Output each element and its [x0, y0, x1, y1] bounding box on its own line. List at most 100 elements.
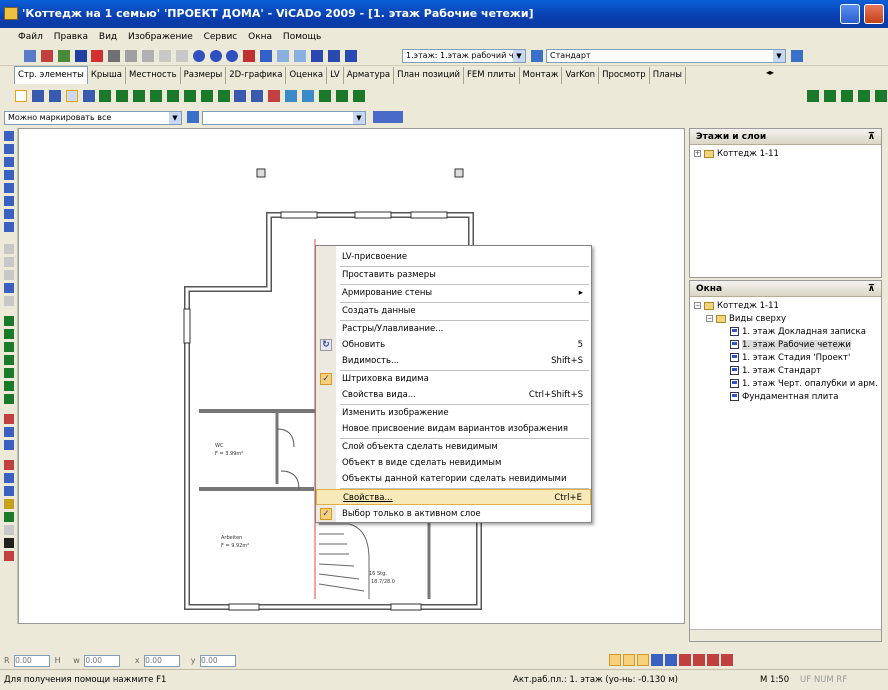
- polyline-icon[interactable]: [48, 90, 61, 102]
- paste-icon[interactable]: [142, 50, 154, 62]
- rectangle-icon[interactable]: [65, 90, 78, 102]
- snap-mode-5-icon[interactable]: [665, 654, 677, 666]
- room-icon[interactable]: [268, 90, 281, 102]
- menu-service[interactable]: Сервис: [204, 32, 238, 42]
- snap-perp-icon[interactable]: [4, 394, 14, 404]
- pin-icon[interactable]: ⊼: [868, 129, 875, 145]
- snap-mode-4-icon[interactable]: [651, 654, 663, 666]
- tab-dimensions[interactable]: Размеры: [181, 67, 227, 84]
- menu-item-refresh[interactable]: ↻ Обновить 5: [316, 337, 591, 353]
- print-icon[interactable]: [40, 50, 53, 62]
- slab-icon[interactable]: [183, 90, 196, 102]
- hatch-icon[interactable]: [82, 90, 95, 102]
- w-input[interactable]: [84, 654, 121, 667]
- floor-select[interactable]: 1.этаж: 1.этаж рабочий черт ▼: [402, 49, 526, 63]
- roof-icon[interactable]: [318, 90, 331, 102]
- r-input[interactable]: [14, 654, 51, 667]
- menu-view[interactable]: Вид: [99, 32, 117, 42]
- view-front-icon[interactable]: [4, 144, 14, 154]
- snap-grid-icon[interactable]: [4, 381, 14, 391]
- camera-icon[interactable]: [285, 90, 297, 102]
- tree-item-root[interactable]: − Коттедж 1-11: [694, 300, 877, 313]
- menu-item-wall-reinforcement[interactable]: Армирование стены ▸: [316, 285, 591, 301]
- menu-windows[interactable]: Окна: [248, 32, 272, 42]
- opening-icon[interactable]: [200, 90, 213, 102]
- redo-icon[interactable]: [175, 50, 188, 62]
- snap-end-icon[interactable]: [4, 355, 14, 365]
- undo-icon[interactable]: [158, 50, 171, 62]
- layer-up-icon[interactable]: [4, 244, 14, 254]
- menu-item-set-dimensions[interactable]: Проставить размеры: [316, 267, 591, 283]
- extra-tool-5-icon[interactable]: [874, 90, 887, 102]
- stairs-icon[interactable]: [217, 90, 230, 102]
- floor-settings-icon[interactable]: [531, 50, 543, 62]
- menu-item-select-active-layer[interactable]: ✓ Выбор только в активном слое: [316, 506, 591, 522]
- menu-item-properties[interactable]: Свойства... Ctrl+E: [316, 489, 591, 505]
- filter-icon[interactable]: [187, 111, 199, 123]
- style-select[interactable]: Стандарт ▼: [546, 49, 786, 63]
- y-input[interactable]: [199, 654, 236, 667]
- tree-item-group[interactable]: − Виды сверху: [694, 313, 877, 326]
- measure-icon[interactable]: [4, 460, 14, 470]
- layer-hide-icon[interactable]: [4, 296, 14, 306]
- line-icon[interactable]: [31, 90, 44, 102]
- lock-icon[interactable]: [4, 525, 14, 535]
- tab-2d[interactable]: 2D-графика: [226, 67, 287, 84]
- grid2-icon[interactable]: [293, 50, 306, 62]
- snap-mid-icon[interactable]: [4, 342, 14, 352]
- menu-item-visibility[interactable]: Видимость... Shift+S: [316, 353, 591, 369]
- horizontal-scrollbar[interactable]: [690, 629, 881, 641]
- menu-item-hatch-visible[interactable]: ✓ Штриховка видима: [316, 371, 591, 387]
- save-icon[interactable]: [57, 50, 70, 62]
- tab-scroll-icon[interactable]: ◂▸: [766, 68, 774, 77]
- angle-icon[interactable]: [4, 427, 14, 437]
- minimize-button[interactable]: [840, 4, 860, 24]
- layer-manage-icon[interactable]: [4, 283, 14, 293]
- menu-item-new-assignment[interactable]: Новое присвоение видам вариантов изображ…: [316, 421, 591, 437]
- collapse-icon[interactable]: −: [706, 315, 713, 322]
- filter-value-select[interactable]: ▼: [202, 111, 366, 125]
- snap-mode-6-icon[interactable]: [679, 654, 691, 666]
- tree-item-view[interactable]: 1. этаж Стандарт: [694, 365, 877, 378]
- marking-filter-select[interactable]: Можно маркировать все ▼: [4, 111, 182, 125]
- menu-item-lv-assign[interactable]: LV-присвоение: [316, 249, 591, 265]
- tab-lv[interactable]: LV: [327, 67, 344, 84]
- expand-icon[interactable]: +: [694, 150, 701, 157]
- zoom-all-icon[interactable]: [243, 50, 256, 62]
- text-icon[interactable]: [251, 90, 264, 102]
- column-icon[interactable]: [116, 90, 129, 102]
- menu-item-view-properties[interactable]: Свойства вида... Ctrl+Shift+S: [316, 387, 591, 403]
- snap-mode-1-icon[interactable]: [609, 654, 621, 666]
- hash-icon[interactable]: [4, 551, 14, 561]
- filter-tools-icon[interactable]: [373, 111, 403, 123]
- view-top-icon[interactable]: [4, 131, 14, 141]
- menu-file[interactable]: Файл: [18, 32, 43, 42]
- menu-item-change-image[interactable]: Изменить изображение: [316, 405, 591, 421]
- tab-fem[interactable]: FEM плиты: [464, 67, 520, 84]
- pin-icon[interactable]: ⊼: [868, 281, 875, 297]
- close-button[interactable]: [864, 4, 884, 24]
- new-icon[interactable]: [23, 50, 36, 62]
- menu-item-grids-snap[interactable]: Растры/Улавливание...: [316, 321, 591, 337]
- tab-elements[interactable]: Стр. элементы: [14, 66, 88, 84]
- door-icon[interactable]: [150, 90, 162, 102]
- tab-evaluation[interactable]: Оценка: [286, 67, 328, 84]
- snap-center-icon[interactable]: [4, 368, 14, 378]
- layer-down-icon[interactable]: [4, 257, 14, 267]
- window1-icon[interactable]: [310, 50, 323, 62]
- style-settings-icon[interactable]: [791, 50, 803, 62]
- menu-item-create-data[interactable]: Создать данные: [316, 303, 591, 319]
- view-back-icon[interactable]: [4, 170, 14, 180]
- zoom-out-icon[interactable]: [226, 50, 239, 62]
- view-perspective-icon[interactable]: [4, 209, 14, 219]
- snap-mode-8-icon[interactable]: [707, 654, 719, 666]
- layer-icon[interactable]: [260, 50, 273, 62]
- extra-tool-4-icon[interactable]: [857, 90, 870, 102]
- menu-item-hide-layer[interactable]: Слой объекта сделать невидимым: [316, 439, 591, 455]
- polar-icon[interactable]: [4, 440, 14, 450]
- canvas-scroll-area[interactable]: [18, 624, 685, 636]
- menu-edit[interactable]: Правка: [54, 32, 88, 42]
- quick-icon[interactable]: [4, 499, 14, 509]
- tab-montage[interactable]: Монтаж: [520, 67, 563, 84]
- view-side-icon[interactable]: [4, 157, 14, 167]
